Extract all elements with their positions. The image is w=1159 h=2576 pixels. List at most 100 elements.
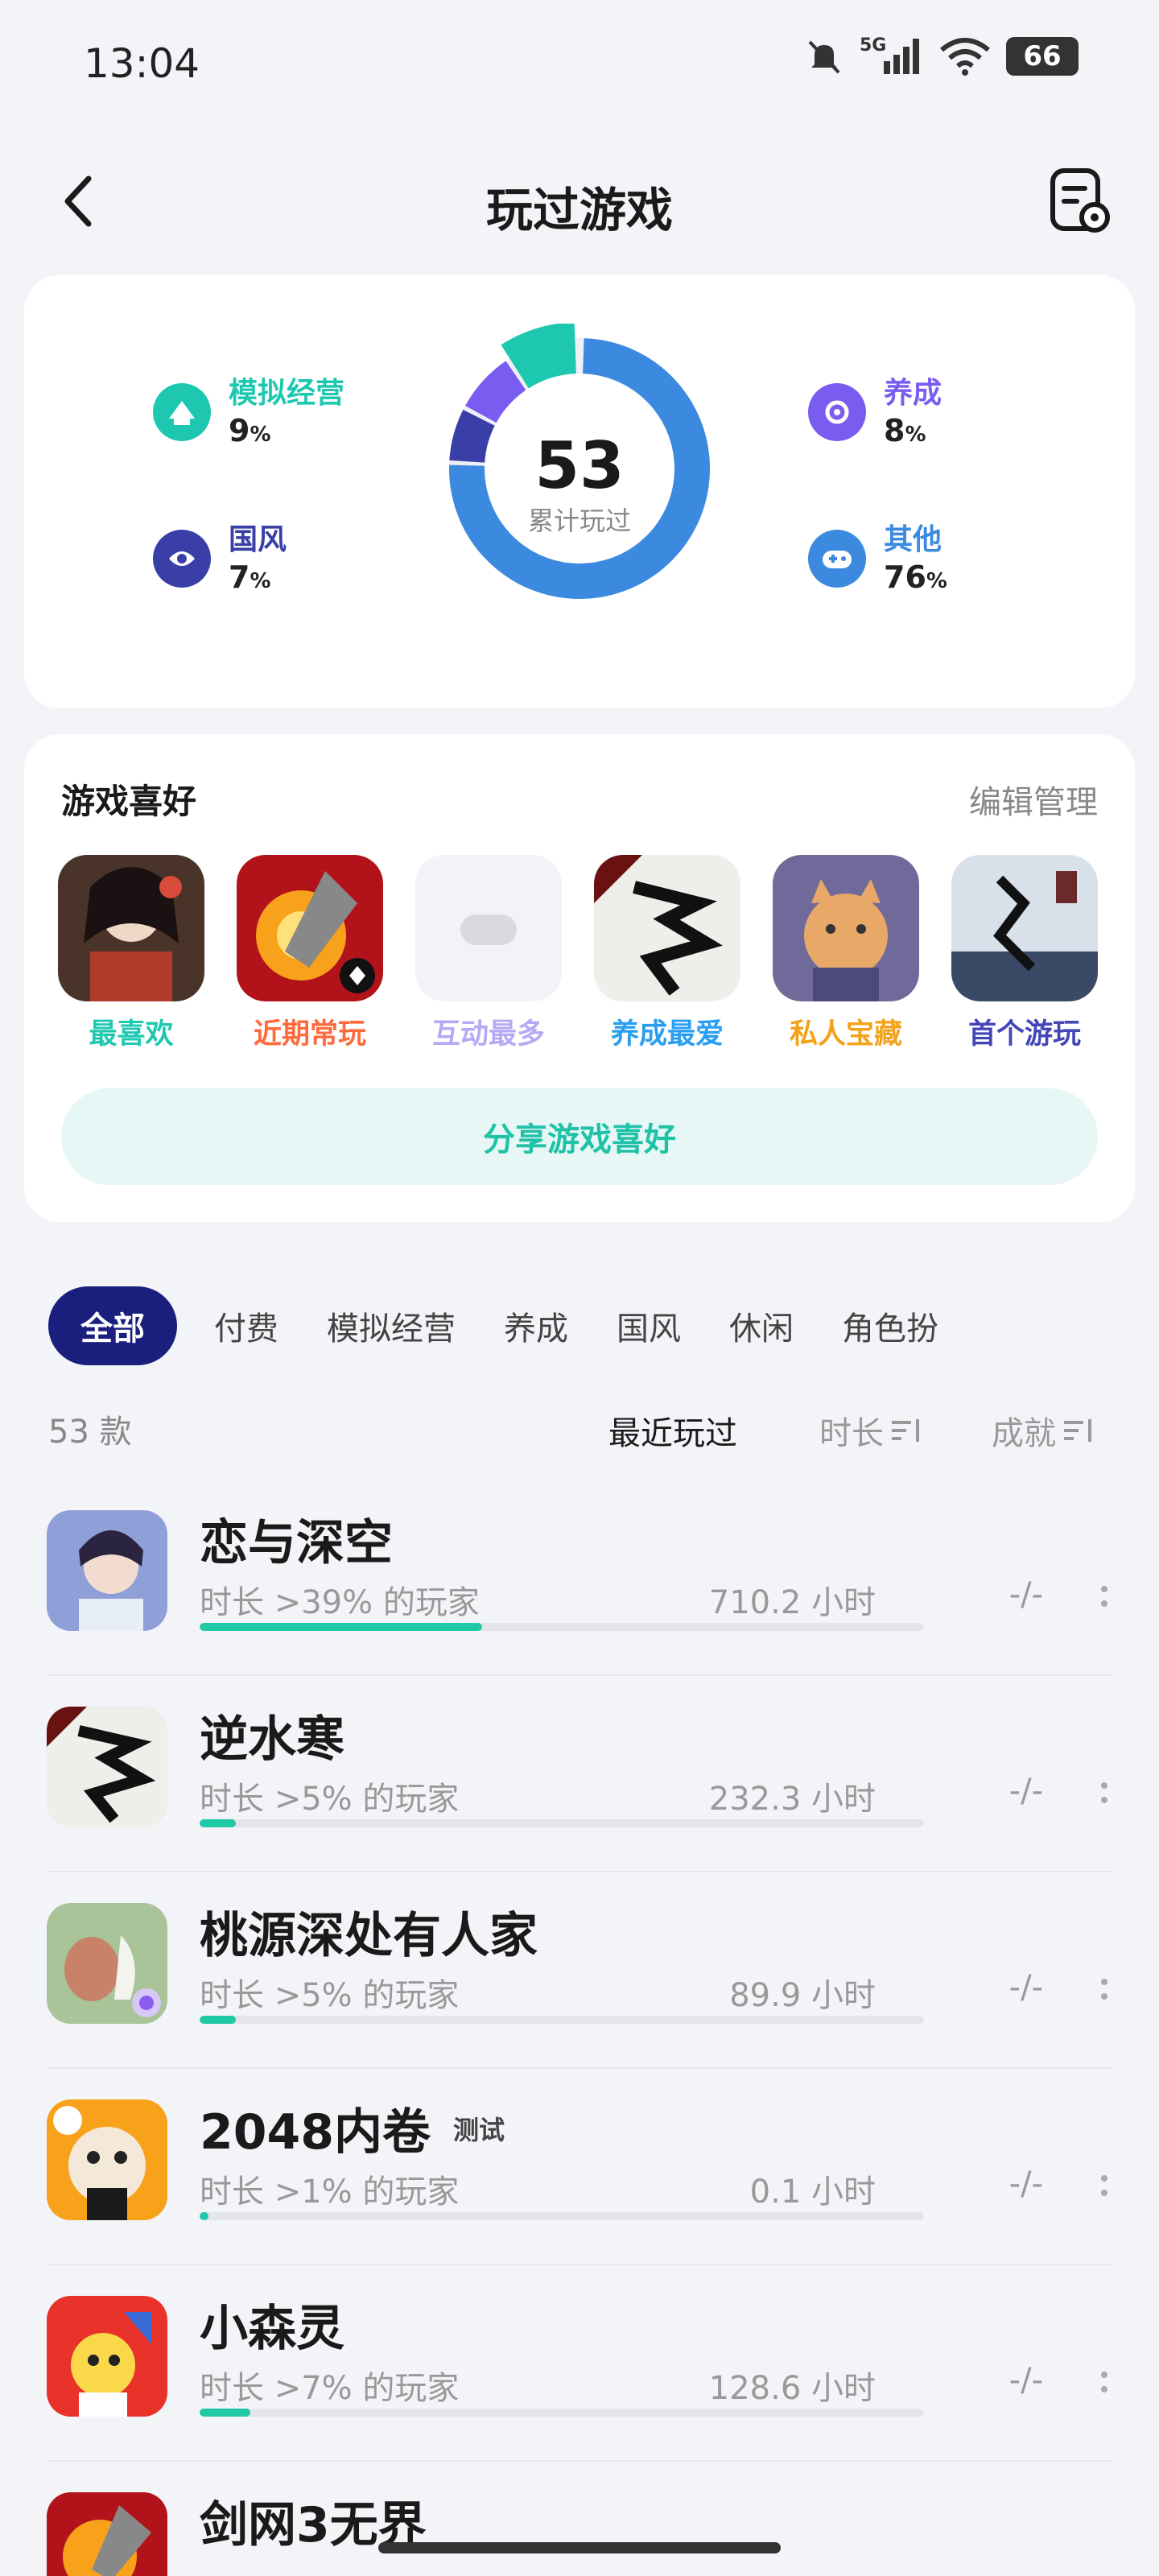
more-options-icon[interactable] (1096, 2165, 1112, 2206)
interaction-placeholder-tile[interactable] (415, 855, 562, 1001)
category-guofeng[interactable]: 国风 7% (153, 522, 287, 600)
list-settings-button[interactable] (1048, 166, 1112, 237)
category-name: 其他 (884, 523, 942, 556)
game-duration-rank: 时长 >5% 的玩家 (200, 1781, 460, 1818)
pref-label-interaction: 互动最多 (431, 1018, 545, 1051)
game-name: 恋与深空 (200, 1515, 393, 1571)
signal-icon: 5G (860, 35, 924, 77)
duration-progress-fill (200, 2212, 208, 2220)
duration-progress-bar (200, 1623, 924, 1631)
tab-simulation[interactable]: 模拟经营 (303, 1286, 480, 1365)
game-icon (47, 1510, 167, 1631)
tab-paid[interactable]: 付费 (190, 1286, 303, 1365)
category-other[interactable]: 其他 76% (808, 522, 947, 600)
sort-recent-button[interactable]: 最近玩过 (608, 1407, 737, 1454)
duration-progress-fill (200, 2016, 236, 2024)
game-duration-rank: 时长 >39% 的玩家 (200, 1584, 480, 1621)
category-pct: 8% (884, 413, 926, 448)
game-achievement: -/- (1008, 1969, 1043, 2006)
share-preferences-button[interactable]: 分享游戏喜好 (61, 1088, 1098, 1185)
sort-achievement-button[interactable]: 成就 (992, 1407, 1095, 1454)
sort-duration-label: 时长 (819, 1415, 884, 1452)
duration-progress-bar (200, 1819, 924, 1827)
favorite-game-tile[interactable] (58, 855, 204, 1001)
category-pct: 7% (229, 559, 271, 595)
game-duration-rank: 时长 >5% 的玩家 (200, 1977, 460, 2014)
document-settings-icon (1050, 168, 1110, 233)
wifi-icon (940, 38, 990, 76)
total-played-count: 53 (534, 428, 625, 503)
tab-casual[interactable]: 休闲 (705, 1286, 818, 1365)
nurture-icon (808, 383, 866, 441)
tab-all[interactable]: 全部 (48, 1286, 177, 1365)
duration-progress-bar (200, 2409, 924, 2417)
game-row[interactable]: 2048内卷 测试 时长 >1% 的玩家 0.1 小时 -/- (47, 2069, 1112, 2265)
mute-bell-icon (808, 40, 840, 74)
game-row[interactable]: 恋与深空 时长 >39% 的玩家 710.2 小时 -/- (47, 1480, 1112, 1676)
game-name: 2048内卷 测试 (200, 2104, 505, 2161)
more-options-icon[interactable] (1096, 1773, 1112, 1813)
game-preferences-card: 游戏喜好 编辑管理 最喜欢 近期常玩 互动最多 养成最爱 私人宝藏 首个游玩 分… (24, 734, 1135, 1222)
edit-manage-link[interactable]: 编辑管理 (969, 776, 1098, 823)
sort-icon (892, 1419, 919, 1442)
duration-progress-fill (200, 1623, 482, 1631)
battery-icon: 66 (1006, 37, 1079, 76)
game-achievement: -/- (1008, 1773, 1043, 1810)
duration-progress-fill (200, 1819, 236, 1827)
first-game-tile[interactable] (951, 855, 1098, 1001)
game-hours: 89.9 小时 (729, 1977, 876, 2014)
game-hours: 128.6 小时 (708, 2370, 876, 2407)
test-badge: 测试 (453, 2114, 505, 2145)
pref-label-private: 私人宝藏 (789, 1018, 902, 1051)
status-icons: 5G 66 (803, 35, 1079, 77)
game-duration-rank: 时长 >1% 的玩家 (200, 2174, 460, 2211)
simulation-icon (153, 383, 211, 441)
tab-nurture[interactable]: 养成 (480, 1286, 592, 1365)
donut-segment-养成 (465, 361, 526, 423)
game-hours: 710.2 小时 (708, 1584, 876, 1621)
game-row[interactable]: 小森灵 时长 >7% 的玩家 128.6 小时 -/- (47, 2265, 1112, 2462)
game-row[interactable]: 桃源深处有人家 时长 >5% 的玩家 89.9 小时 -/- (47, 1872, 1112, 2069)
category-name: 养成 (884, 377, 942, 410)
tab-guofeng[interactable]: 国风 (592, 1286, 705, 1365)
home-indicator (378, 2542, 781, 2553)
guofeng-icon (153, 530, 211, 588)
more-options-icon[interactable] (1096, 2362, 1112, 2402)
game-hours: 232.3 小时 (708, 1781, 876, 1818)
game-duration-rank: 时长 >7% 的玩家 (200, 2370, 460, 2407)
game-count: 53 款 (48, 1414, 132, 1451)
nurture-game-tile[interactable] (594, 855, 740, 1001)
game-row[interactable]: 逆水寒 时长 >5% 的玩家 232.3 小时 -/- (47, 1676, 1112, 1872)
pref-label-first: 首个游玩 (967, 1018, 1081, 1051)
more-options-icon[interactable] (1096, 1576, 1112, 1616)
game-hours: 0.1 小时 (749, 2174, 876, 2211)
pref-label-recent: 近期常玩 (253, 1018, 366, 1051)
game-icon (47, 2492, 167, 2576)
category-pct: 9% (229, 413, 271, 448)
game-achievement: -/- (1008, 1576, 1043, 1613)
game-row[interactable]: 剑网3无界 (47, 2462, 1112, 2576)
game-icon (47, 2296, 167, 2417)
category-name: 国风 (229, 523, 287, 556)
category-tabs: 全部 付费 模拟经营 养成 国风 休闲 角色扮 (48, 1286, 963, 1365)
recent-game-tile[interactable] (237, 855, 383, 1001)
pref-label-favorite: 最喜欢 (89, 1018, 174, 1051)
sort-icon (1064, 1419, 1091, 1442)
category-nurture[interactable]: 养成 8% (808, 375, 942, 453)
game-achievement: -/- (1008, 2165, 1043, 2202)
game-icon (47, 2099, 167, 2220)
duration-progress-bar (200, 2212, 924, 2220)
game-name: 桃源深处有人家 (200, 1908, 538, 1964)
total-played-label: 累计玩过 (527, 506, 631, 536)
preferences-title: 游戏喜好 (61, 782, 197, 821)
private-treasure-tile[interactable] (773, 855, 919, 1001)
pref-label-nurture: 养成最爱 (610, 1018, 724, 1051)
duration-progress-fill (200, 2409, 250, 2417)
sort-duration-button[interactable]: 时长 (819, 1407, 922, 1454)
game-name: 逆水寒 (200, 1711, 344, 1768)
category-simulation[interactable]: 模拟经营 9% (153, 375, 344, 453)
more-options-icon[interactable] (1096, 1969, 1112, 2009)
tab-rpg[interactable]: 角色扮 (818, 1286, 963, 1365)
gamepad-icon (808, 530, 866, 588)
game-icon (47, 1903, 167, 2024)
